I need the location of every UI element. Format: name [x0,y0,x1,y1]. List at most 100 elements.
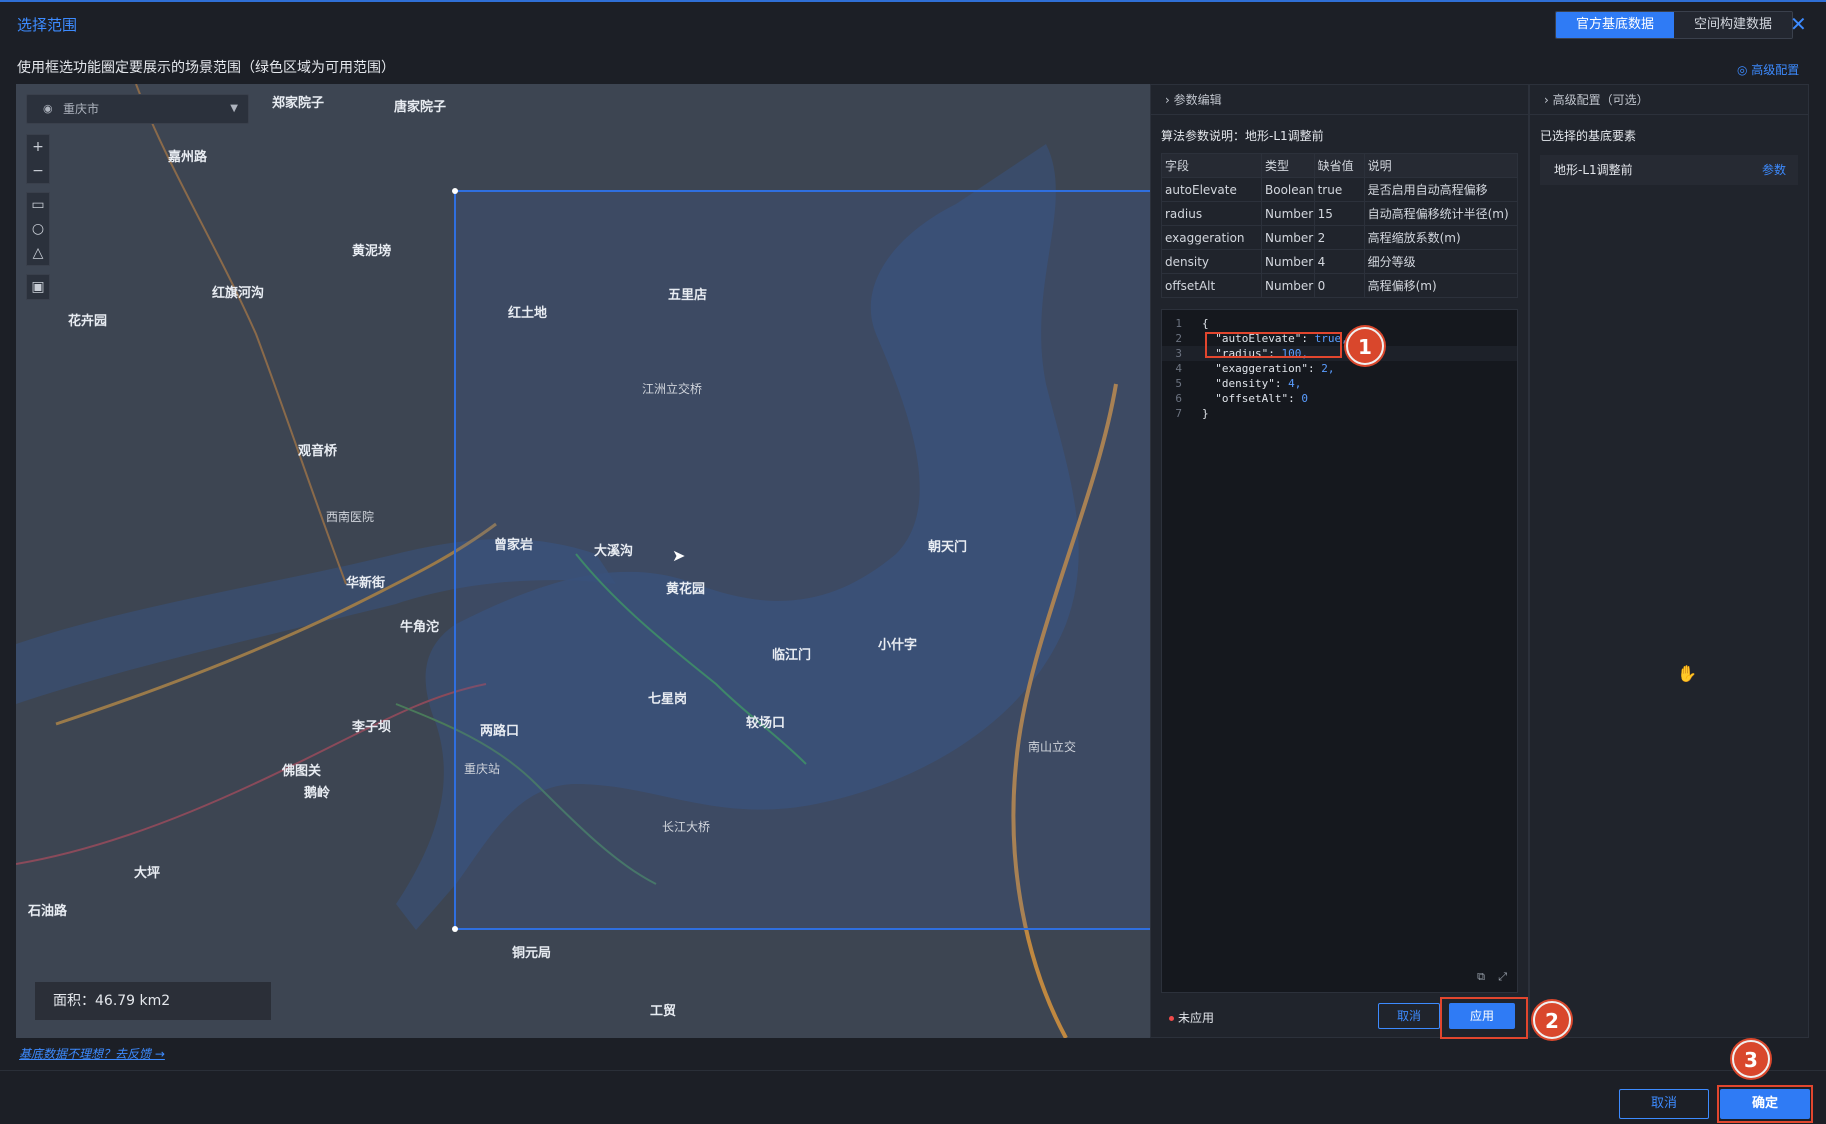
copy-icon[interactable]: ⧉ [1477,970,1485,983]
zoom-controls: + − [26,134,50,184]
feedback-link[interactable]: 基底数据不理想？去反馈 → [19,1045,165,1062]
table-cell: 是否启用自动高程偏移 [1363,177,1519,202]
map-label: 石油路 [28,904,68,919]
table-cell: Number [1261,201,1315,226]
map-label: 郑家院子 [272,96,325,111]
zoom-in-icon[interactable]: + [27,135,49,159]
params-table: 字段 类型 缺省值 说明 autoElevate Boolean true 是否… [1161,153,1519,298]
table-cell: 细分等级 [1363,249,1519,274]
table-row: autoElevate Boolean true 是否启用自动高程偏移 [1161,177,1519,202]
table-row: density Number 4 细分等级 [1161,249,1519,274]
map-label: 西南医院 [326,510,375,524]
city-select-value: 重庆市 [63,102,100,116]
code-line: 6 "offsetAlt": 0 [1175,392,1308,405]
table-cell: 高程偏移(m) [1363,273,1519,298]
table-cell: Number [1261,225,1315,250]
table-cell: radius [1161,201,1262,226]
map-label: 较场口 [746,716,786,731]
params-cancel-button[interactable]: 取消 [1378,1003,1440,1029]
map-label: 花卉园 [68,314,108,329]
map-label: 长江大桥 [662,820,711,834]
map-label: 红土地 [508,306,548,321]
map-label: 七星岗 [648,692,688,707]
algo-note: 算法参数说明：地形-L1调整前 [1161,129,1324,143]
chevron-right-icon: › [1544,93,1549,107]
map-label: 唐家院子 [394,100,447,115]
column-header: 字段 [1161,153,1262,178]
fullscreen-icon[interactable]: ⤢ [1498,970,1507,983]
table-cell: Boolean [1261,177,1315,202]
column-header: 类型 [1261,153,1315,178]
footer-divider [0,1070,1826,1071]
apply-status: 未应用 [1169,1009,1214,1026]
table-cell: Number [1261,249,1315,274]
column-header: 缺省值 [1313,153,1365,178]
map-label: 临江门 [772,648,812,663]
table-cell: 高程缩放系数(m) [1363,225,1519,250]
table-row: radius Number 15 自动高程偏移统计半径(m) [1161,201,1519,226]
data-source-tabs: 官方基底数据 空间构建数据 [1555,11,1794,39]
location-pin-icon: ◉ [43,102,53,115]
step-badge-3: 3 [1732,1040,1770,1078]
map-label: 黄花园 [666,582,706,597]
map-label: 小什字 [878,638,918,653]
highlight-apply-button [1440,997,1528,1039]
map-label: 曾家岩 [494,538,534,553]
advanced-panel-header[interactable]: › 高级配置（可选） [1530,85,1808,115]
highlight-confirm-button [1717,1085,1813,1123]
json-code-editor[interactable]: 1{ 2 "autoElevate": true, 3 "radius": 10… [1161,309,1518,993]
extra-tools: ▣ [26,274,50,300]
selection-rectangle[interactable] [452,188,1150,932]
table-cell: 自动高程偏移统计半径(m) [1363,201,1519,226]
zoom-out-icon[interactable]: − [27,159,49,183]
tab-space-built-data[interactable]: 空间构建数据 [1674,12,1793,38]
table-cell: 2 [1313,225,1365,250]
params-panel-header[interactable]: › 参数编辑 [1151,85,1528,115]
chevron-down-icon: ▼ [230,103,238,114]
hand-cursor-icon: ✋ [1677,664,1697,683]
map-label: 大溪沟 [594,544,634,559]
column-header: 说明 [1363,153,1519,178]
draw-circle-icon[interactable]: ○ [27,217,49,241]
table-cell: 4 [1313,249,1365,274]
table-cell: offsetAlt [1161,273,1262,298]
draw-rectangle-icon[interactable]: ▭ [27,193,49,217]
advanced-panel: › 高级配置（可选） 已选择的基底要素 地形-L1调整前 参数 ✋ [1529,84,1809,1038]
status-dot [1169,1016,1174,1021]
params-panel: › 参数编辑 算法参数说明：地形-L1调整前 字段 类型 缺省值 说明 auto… [1150,84,1529,1038]
draw-polygon-icon[interactable]: △ [27,241,49,265]
draw-tools: ▭ ○ △ [26,192,50,266]
code-line: 1{ [1175,317,1209,330]
params-panel-title: 参数编辑 [1173,93,1222,107]
selection-handle[interactable] [452,926,458,932]
map-label: 李子坝 [352,720,392,735]
map-label: 牛角沱 [400,620,440,635]
advanced-panel-title: 高级配置（可选） [1552,93,1649,107]
map-label: 嘉州路 [168,150,208,165]
selection-handle[interactable] [452,188,458,194]
table-cell: 0 [1313,273,1365,298]
table-header-row: 字段 类型 缺省值 说明 [1161,153,1519,178]
highlight-radius-line [1205,332,1342,358]
layer-icon[interactable]: ▣ [27,275,49,299]
map-label: 重庆站 [464,762,501,776]
table-row: exaggeration Number 2 高程缩放系数(m) [1161,225,1519,250]
close-icon[interactable]: ✕ [1790,12,1807,36]
map-label: 两路口 [480,724,520,739]
step-badge-1: 1 [1346,327,1384,365]
chevron-right-icon: › [1165,93,1170,107]
map-label: 南山立交 [1028,740,1077,754]
map-view[interactable]: ◉ 重庆市 ▼ + − ▭ ○ △ ▣ 郑家院子 唐家院子 嘉州路 红旗河沟 黄… [16,84,1150,1038]
advanced-config-link[interactable]: ◎ 高级配置 [1737,61,1799,78]
params-link[interactable]: 参数 [1762,155,1786,185]
city-select[interactable]: ◉ 重庆市 ▼ [26,94,249,124]
selected-element-item: 地形-L1调整前 参数 [1540,155,1798,185]
cancel-button[interactable]: 取消 [1619,1089,1709,1119]
pointer-cursor-icon: ➤ [672,546,686,565]
map-label: 观音桥 [298,444,338,459]
code-line: 5 "density": 4, [1175,377,1302,390]
table-cell: exaggeration [1161,225,1262,250]
map-label: 鹅岭 [304,786,331,801]
map-label: 工贸 [650,1004,677,1019]
tab-official-data[interactable]: 官方基底数据 [1556,12,1675,38]
